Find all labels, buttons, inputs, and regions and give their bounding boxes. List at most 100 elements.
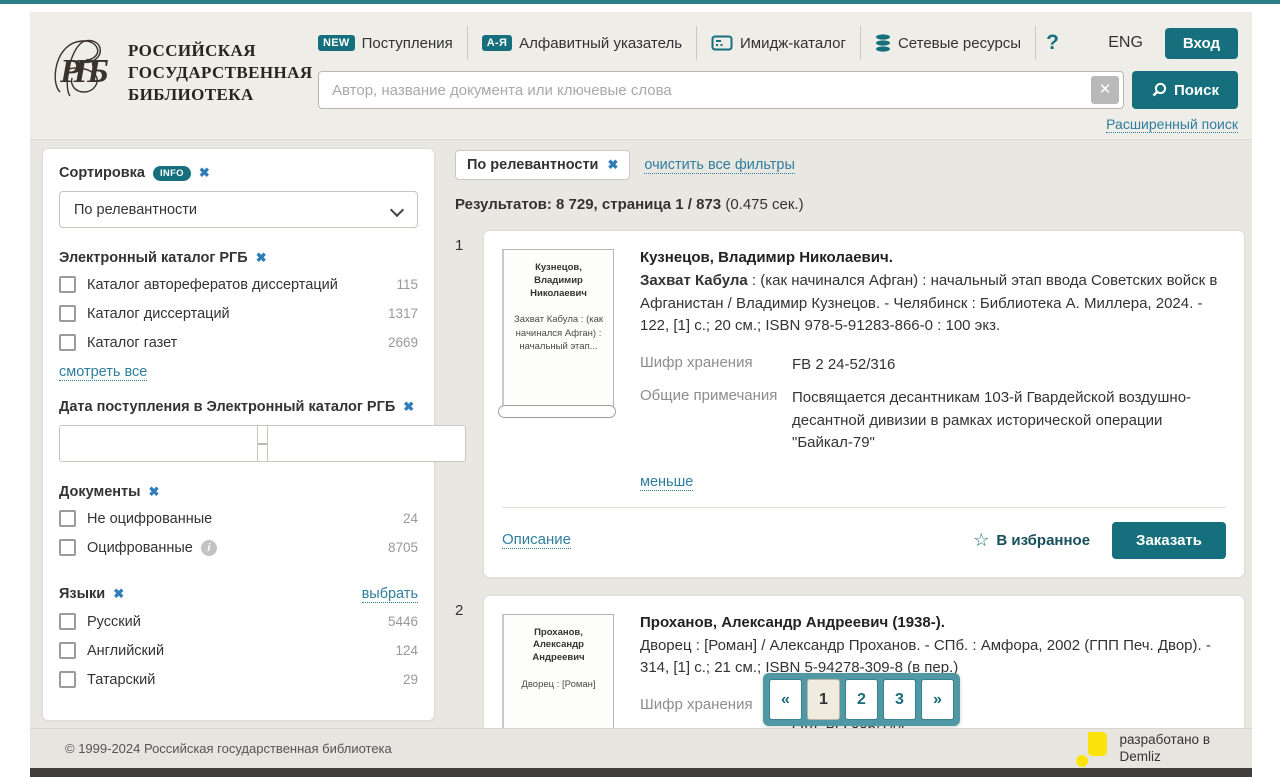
sort-select-value: По релевантности xyxy=(74,202,197,218)
spacer xyxy=(59,568,418,586)
field-label: Шифр хранения xyxy=(640,354,792,377)
help-icon[interactable]: ? xyxy=(1036,31,1069,55)
remove-catalog-filter-icon[interactable] xyxy=(256,250,267,266)
record-description-text: Дворец : [Роман] / Александр Проханов. -… xyxy=(640,637,1211,677)
remove-documents-filter-icon[interactable] xyxy=(149,484,160,500)
filter-row-digitized: Оцифрованные 8705 xyxy=(59,539,418,556)
filter-row-newspapers: Каталог газет 2669 xyxy=(59,334,418,351)
info-badge[interactable]: INFO xyxy=(153,166,191,181)
pagination-page-1[interactable]: 1 xyxy=(807,679,840,720)
rsl-monogram-logo: РГБ xyxy=(46,30,114,108)
copyright-text: © 1999-2024 Российская государственная б… xyxy=(65,741,392,756)
search-box xyxy=(318,71,1124,109)
order-button[interactable]: Заказать xyxy=(1112,522,1226,559)
date-section-title: Дата поступления в Электронный каталог Р… xyxy=(59,399,418,415)
active-filter-chip[interactable]: По релевантности xyxy=(455,150,630,180)
nav-new-label: Поступления xyxy=(362,35,453,52)
date-from-input[interactable] xyxy=(59,425,258,462)
record-author[interactable]: Кузнецов, Владимир Николаевич. xyxy=(640,249,1226,266)
remove-sort-icon[interactable] xyxy=(199,165,210,181)
nav-item-new-arrivals[interactable]: NEW Поступления xyxy=(318,35,467,52)
login-button[interactable]: Вход xyxy=(1165,28,1238,59)
checkbox[interactable] xyxy=(59,613,76,630)
filter-label[interactable]: Русский xyxy=(87,614,141,630)
checkbox[interactable] xyxy=(59,276,76,293)
pagination-page-3[interactable]: 3 xyxy=(883,679,916,720)
star-icon xyxy=(973,530,989,551)
header-main: NEW Поступления А-Я Алфавитный указатель xyxy=(318,24,1238,134)
nav-item-image-catalog[interactable]: Имидж-каталог xyxy=(697,35,860,52)
az-badge: А-Я xyxy=(482,35,512,51)
filter-count: 1317 xyxy=(388,306,418,321)
filter-count: 8705 xyxy=(388,540,418,555)
pagination-page-2[interactable]: 2 xyxy=(845,679,878,720)
favorites-label: В избранное xyxy=(996,532,1090,549)
date-title-label: Дата поступления в Электронный каталог Р… xyxy=(59,399,395,415)
filter-label[interactable]: Каталог диссертаций xyxy=(87,306,230,322)
checkbox[interactable] xyxy=(59,334,76,351)
filter-row-dissertation-abstracts: Каталог авторефератов диссертаций 115 xyxy=(59,276,418,293)
result-number: 1 xyxy=(455,230,483,578)
filter-count: 24 xyxy=(403,511,418,526)
checkbox[interactable] xyxy=(59,510,76,527)
show-less-link[interactable]: меньше xyxy=(640,474,693,491)
filter-label[interactable]: Каталог газет xyxy=(87,335,177,351)
info-icon[interactable] xyxy=(201,540,217,556)
clear-search-button[interactable] xyxy=(1091,76,1119,104)
record-title[interactable]: Захват Кабула xyxy=(640,272,748,289)
search-button[interactable]: Поиск xyxy=(1132,71,1238,109)
choose-languages-link[interactable]: выбрать xyxy=(362,586,418,603)
search-row: Поиск xyxy=(318,71,1238,109)
developer-line-1: разработано в xyxy=(1120,732,1210,749)
filter-label[interactable]: Не оцифрованные xyxy=(87,511,212,527)
filter-count: 29 xyxy=(403,672,418,687)
brand-line-3: БИБЛИОТЕКА xyxy=(128,84,313,106)
search-input[interactable] xyxy=(318,71,1124,109)
record-author[interactable]: Проханов, Александр Андреевич (1938-). xyxy=(640,614,1226,631)
developer-credit[interactable]: разработано в Demliz xyxy=(1074,729,1210,769)
remove-date-filter-icon[interactable] xyxy=(403,399,414,415)
description-link[interactable]: Описание xyxy=(502,531,571,549)
filter-label[interactable]: Татарский xyxy=(87,672,155,688)
add-to-favorites[interactable]: В избранное xyxy=(973,530,1090,551)
pagination: « 1 2 3 » xyxy=(763,673,960,726)
field-row-shelfmark: Шифр хранения FB 2 24-52/316 xyxy=(640,354,1226,377)
documents-section-title: Документы xyxy=(59,484,418,500)
nav-network-label: Сетевые ресурсы xyxy=(898,35,1021,52)
nav-item-network-resources[interactable]: Сетевые ресурсы xyxy=(861,34,1035,52)
search-icon xyxy=(1151,82,1167,98)
new-badge: NEW xyxy=(318,35,355,51)
filter-label[interactable]: Оцифрованные xyxy=(87,540,193,556)
nav-az-label: Алфавитный указатель xyxy=(519,35,682,52)
filters-sidebar: Сортировка INFO По релевантности Электро… xyxy=(42,148,435,721)
filter-label[interactable]: Английский xyxy=(87,643,164,659)
filter-count: 5446 xyxy=(388,614,418,629)
checkbox[interactable] xyxy=(59,642,76,659)
field-row-notes: Общие примечания Посвящается десантникам… xyxy=(640,387,1226,455)
field-value: FB 2 24-52/316 xyxy=(792,354,895,377)
book-thumbnail[interactable]: Кузнецов, Владимир Николаевич Захват Каб… xyxy=(502,249,614,491)
catalog-section-title: Электронный каталог РГБ xyxy=(59,250,418,266)
checkbox[interactable] xyxy=(59,671,76,688)
language-switch-eng[interactable]: ENG xyxy=(1108,34,1143,52)
advanced-search-link[interactable]: Расширенный поиск xyxy=(1106,116,1238,133)
result-row-1: 1 Кузнецов, Владимир Николаевич Захват К… xyxy=(455,230,1245,578)
sort-title-label: Сортировка xyxy=(59,165,145,181)
filter-label[interactable]: Каталог авторефератов диссертаций xyxy=(87,277,338,293)
brand-name: РОССИЙСКАЯ ГОСУДАРСТВЕННАЯ БИБЛИОТЕКА xyxy=(128,40,313,108)
sort-select[interactable]: По релевантности xyxy=(59,191,418,228)
logo-area[interactable]: РГБ РОССИЙСКАЯ ГОСУДАРСТВЕННАЯ БИБЛИОТЕК… xyxy=(46,30,313,108)
date-to-input[interactable] xyxy=(267,425,466,462)
filter-row-not-digitized: Не оцифрованные 24 xyxy=(59,510,418,527)
filter-row-russian: Русский 5446 xyxy=(59,613,418,630)
pagination-next[interactable]: » xyxy=(921,679,954,720)
nav-item-alphabetical-index[interactable]: А-Я Алфавитный указатель xyxy=(468,35,696,52)
book-cover: Кузнецов, Владимир Николаевич Захват Каб… xyxy=(502,249,614,407)
remove-languages-filter-icon[interactable] xyxy=(113,586,124,602)
see-all-link[interactable]: смотреть все xyxy=(59,364,147,381)
checkbox[interactable] xyxy=(59,539,76,556)
clear-all-filters-link[interactable]: очистить все фильтры xyxy=(644,157,795,174)
remove-chip-icon[interactable] xyxy=(607,157,618,173)
checkbox[interactable] xyxy=(59,305,76,322)
pagination-prev[interactable]: « xyxy=(769,679,802,720)
